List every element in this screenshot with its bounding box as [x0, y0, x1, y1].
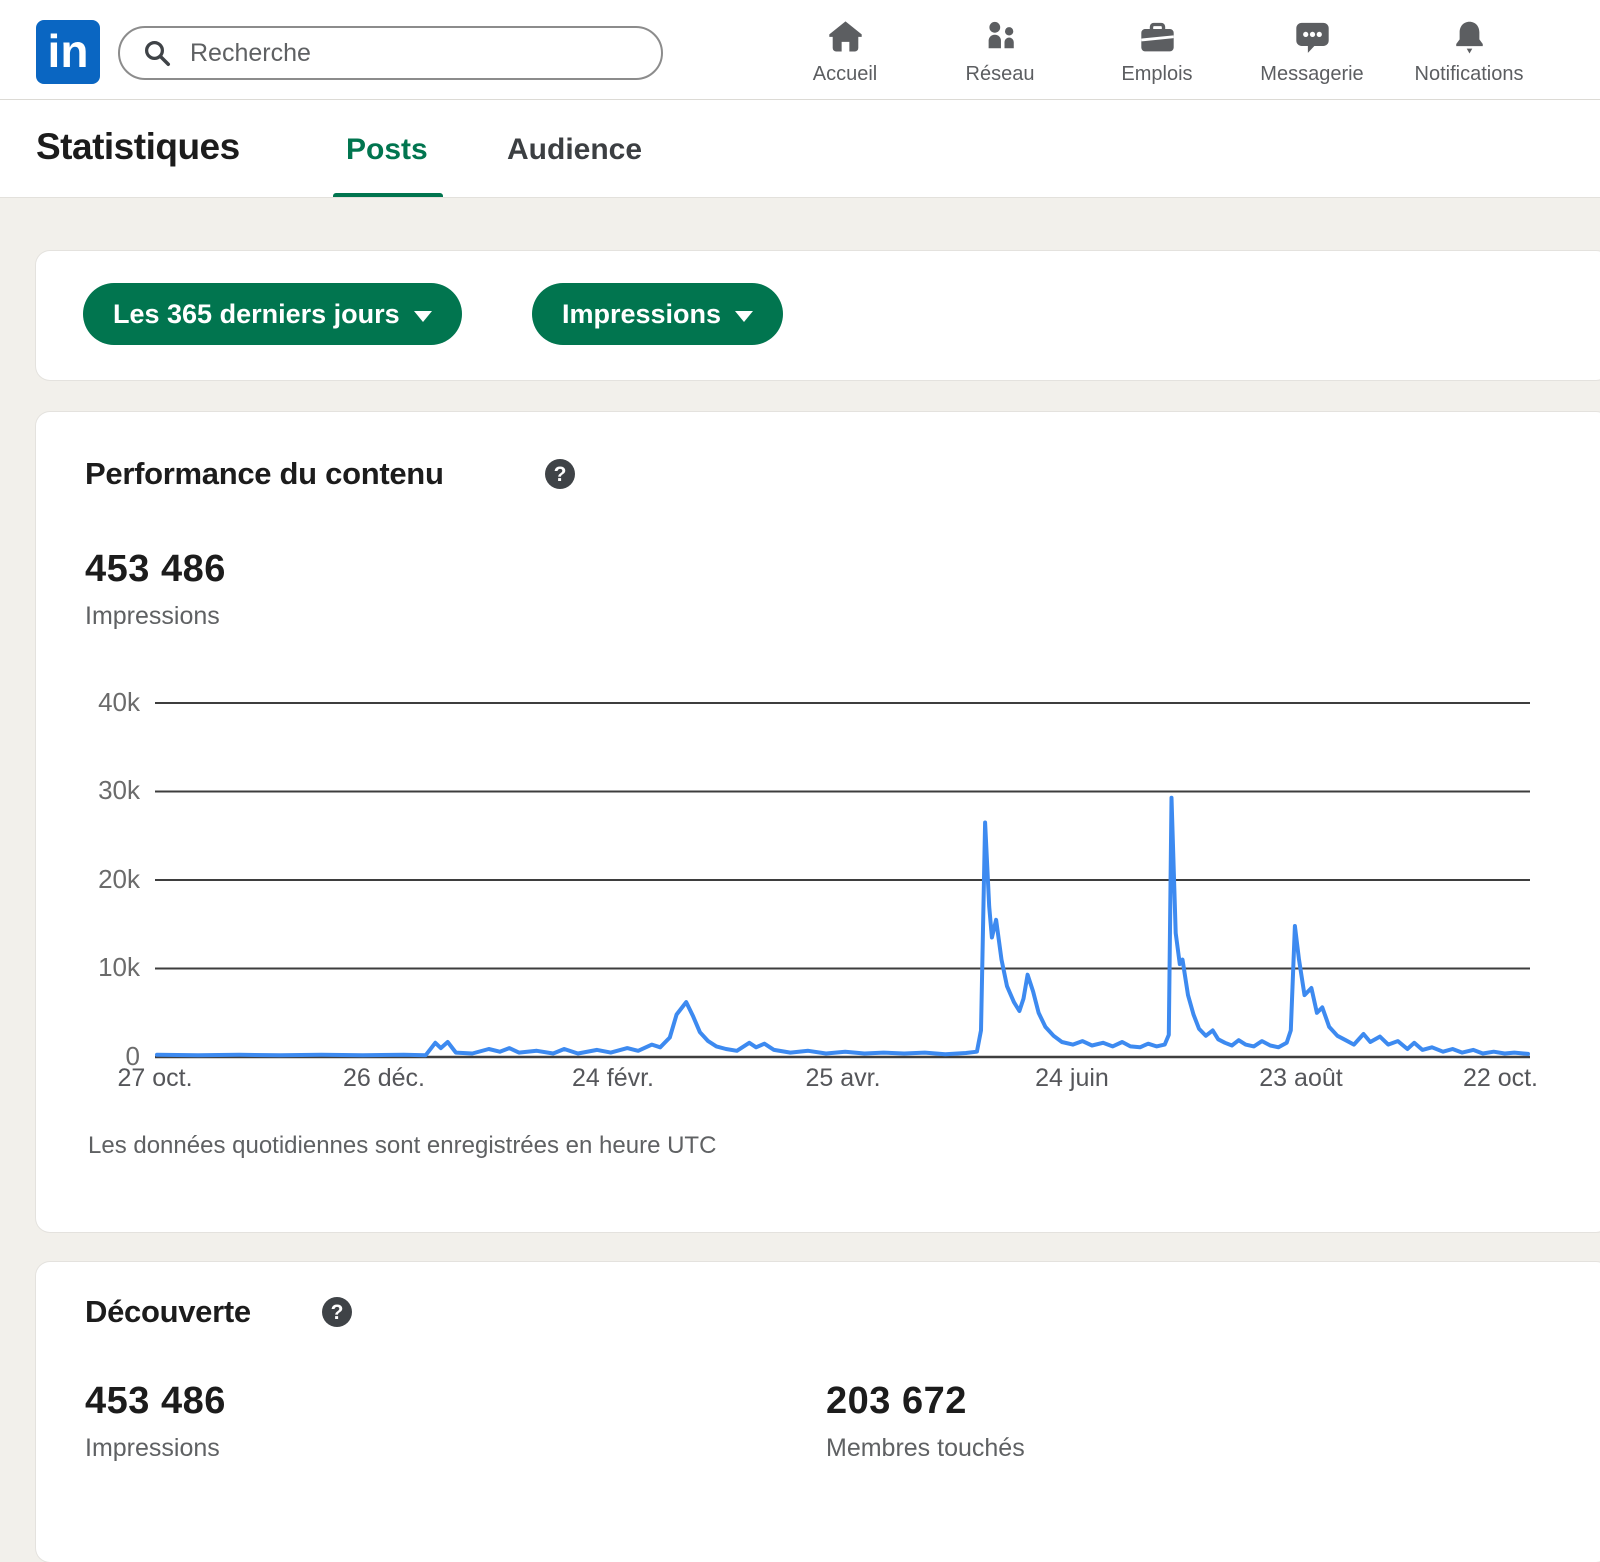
x-tick: 23 août	[1216, 1064, 1386, 1093]
tab-posts[interactable]: Posts	[346, 133, 428, 167]
home-icon	[827, 19, 864, 56]
metric-filter-button[interactable]: Impressions	[532, 283, 783, 345]
y-tick: 40k	[64, 687, 140, 718]
tab-audience[interactable]: Audience	[507, 133, 642, 167]
nav-item-label: Messagerie	[1234, 63, 1390, 86]
search-input[interactable]	[188, 38, 651, 69]
content-performance-card: Performance du contenu ? 453 486 Impress…	[36, 412, 1600, 1232]
bell-icon	[1451, 19, 1488, 56]
people-icon	[982, 19, 1019, 56]
x-tick: 27 oct.	[70, 1064, 240, 1093]
discovery-title: Découverte	[85, 1294, 251, 1330]
filters-card: Les 365 derniers jours Impressions	[36, 251, 1600, 380]
utc-footnote: Les données quotidiennes sont enregistré…	[88, 1132, 716, 1160]
x-tick: 24 févr.	[528, 1064, 698, 1093]
analytics-header: Statistiques Posts Audience	[0, 100, 1600, 198]
nav-item-messaging[interactable]: Messagerie	[1234, 19, 1390, 86]
y-tick: 30k	[64, 775, 140, 806]
performance-help-icon[interactable]: ?	[545, 459, 575, 489]
linkedin-analytics-page: { "nav": { "logo": "in", "search_placeho…	[0, 0, 1600, 1513]
period-filter-button[interactable]: Les 365 derniers jours	[83, 283, 462, 345]
linkedin-logo-text: in	[48, 28, 89, 74]
discovery-members-value: 203 672	[826, 1380, 967, 1423]
nav-item-notifications[interactable]: Notifications	[1391, 19, 1547, 86]
impressions-line-chart[interactable]	[155, 701, 1530, 1061]
period-filter-label: Les 365 derniers jours	[113, 299, 400, 330]
chevron-down-icon	[414, 311, 432, 322]
metric-filter-label: Impressions	[562, 299, 721, 330]
discovery-help-icon[interactable]: ?	[322, 1297, 352, 1327]
chart-gridlines	[155, 703, 1530, 1057]
x-tick: 24 juin	[987, 1064, 1157, 1093]
impressions-series	[157, 798, 1528, 1055]
top-navbar: in Accueil Réseau Emplois	[0, 0, 1600, 100]
impressions-total: 453 486	[85, 548, 226, 591]
search-icon	[142, 38, 172, 68]
page-title: Statistiques	[36, 126, 240, 168]
performance-title: Performance du contenu	[85, 456, 444, 492]
nav-item-label: Réseau	[922, 63, 1078, 86]
nav-item-label: Accueil	[767, 63, 923, 86]
impressions-total-label: Impressions	[85, 602, 220, 631]
chat-bubble-icon	[1294, 19, 1331, 56]
y-tick: 10k	[64, 952, 140, 983]
x-tick: 26 déc.	[299, 1064, 469, 1093]
nav-item-home[interactable]: Accueil	[767, 19, 923, 86]
nav-item-label: Notifications	[1391, 63, 1547, 86]
nav-item-network[interactable]: Réseau	[922, 19, 1078, 86]
discovery-impressions-label: Impressions	[85, 1434, 220, 1463]
briefcase-icon	[1139, 19, 1176, 56]
active-tab-underline	[333, 193, 443, 197]
linkedin-logo[interactable]: in	[36, 20, 100, 84]
discovery-impressions-value: 453 486	[85, 1380, 226, 1423]
nav-item-jobs[interactable]: Emplois	[1079, 19, 1235, 86]
x-tick: 25 avr.	[758, 1064, 928, 1093]
chevron-down-icon	[735, 311, 753, 322]
x-tick: 22 oct.	[1388, 1064, 1538, 1093]
discovery-card: Découverte ? 453 486 Impressions 203 672…	[36, 1262, 1600, 1562]
discovery-members-label: Membres touchés	[826, 1434, 1025, 1463]
search-box[interactable]	[118, 26, 663, 80]
nav-item-label: Emplois	[1079, 63, 1235, 86]
y-tick: 20k	[64, 864, 140, 895]
